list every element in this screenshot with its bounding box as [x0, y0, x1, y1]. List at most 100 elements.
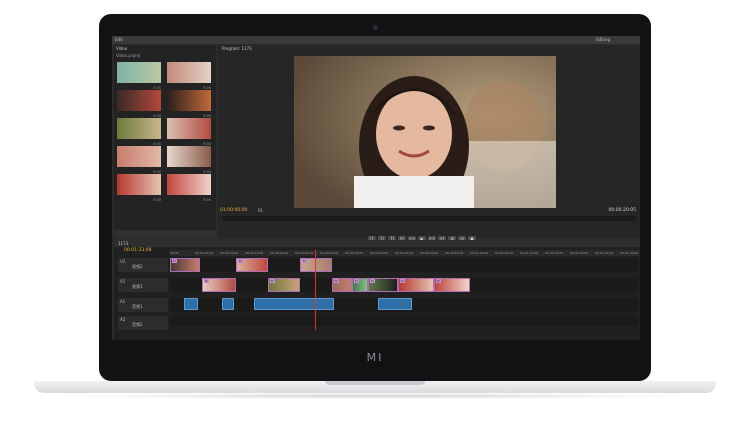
thumbnail-clip-4[interactable]: 5:00 — [167, 90, 211, 118]
brand-logo: MI — [366, 351, 384, 364]
program-scrub-bar[interactable] — [222, 216, 636, 221]
workspace-right-label[interactable]: Editing — [596, 36, 610, 44]
laptop-shadow — [60, 393, 690, 399]
project-file-name: Video.prproj — [116, 53, 141, 58]
track-name: V1 — [120, 279, 126, 284]
laptop-base-notch — [325, 381, 425, 385]
timeline-clip[interactable]: fx — [398, 278, 434, 292]
timeline-panel: 1173 00:01:33:08 00:00 00:00:05:00 00:00… — [114, 240, 640, 340]
program-current-timecode[interactable]: 01:00:00:00 — [220, 208, 247, 213]
track-lane-v1[interactable]: fx fx fx fx fx fx fx — [170, 278, 638, 292]
track-lane-a1[interactable] — [170, 298, 638, 312]
track-label: 视频2 — [132, 264, 143, 269]
thumbnail-clip-5[interactable]: 5:00 — [117, 118, 161, 146]
clip-fx-label: fx — [302, 259, 307, 263]
project-toolbar — [114, 230, 216, 238]
thumbnail-clip-8[interactable]: 5:00 — [167, 146, 211, 174]
workspace-left-label[interactable]: Edit — [115, 36, 123, 44]
thumbnail-clip-7[interactable]: 5:00 — [117, 146, 161, 174]
thumb-duration: 5:00 — [153, 198, 161, 202]
clip-fx-label: fx — [238, 259, 243, 263]
timeline-clip[interactable]: fx — [332, 278, 352, 292]
track-lane-a2[interactable] — [170, 316, 638, 326]
track-header-v1[interactable]: V1 视频1 — [118, 278, 168, 292]
ruler-label: 00:00:40:00 — [370, 251, 389, 255]
ruler-label: 00:01:25:00 — [595, 251, 614, 255]
ruler-label: 00:00:10:00 — [220, 251, 239, 255]
editor-screen: Edit Editing Video Video.prproj 5:05 5:0… — [112, 36, 640, 340]
ruler-label: 00:00:20:00 — [270, 251, 289, 255]
timeline-clip[interactable]: fx — [434, 278, 470, 292]
timeline-timecode[interactable]: 00:01:33:08 — [124, 248, 151, 253]
clip-fx-label: fx — [334, 279, 339, 283]
timeline-header: 1173 — [114, 240, 640, 247]
ruler-label: 00:01:10:00 — [520, 251, 539, 255]
track-label: 音频1 — [132, 304, 143, 309]
laptop: Edit Editing Video Video.prproj 5:05 5:0… — [0, 0, 750, 435]
track-label: 音频2 — [132, 322, 143, 327]
program-monitor-title[interactable]: Program: 1173 — [222, 46, 252, 52]
ruler-label: 00:00:15:00 — [245, 251, 264, 255]
timeline-tab[interactable]: 1173 — [118, 240, 128, 247]
timeline-clip[interactable]: fx — [202, 278, 236, 292]
thumbnail-clip-9[interactable]: 5:00 — [117, 174, 161, 202]
zoom-fit-select[interactable]: Fit — [258, 208, 263, 213]
thumbnail-clip-1[interactable]: 5:05 — [117, 62, 161, 90]
clip-fx-label: fx — [270, 279, 275, 283]
ruler-label: 00:01:20:00 — [570, 251, 589, 255]
timeline-clip[interactable]: fx — [368, 278, 398, 292]
transport-controls: |{}| {| |< << ▶ >> >| ⊞ ⊟ ▣ — [368, 225, 548, 242]
track-name: V2 — [120, 259, 126, 264]
project-tab[interactable]: Video — [116, 45, 127, 52]
project-panel: Video Video.prproj 5:05 5:00 5:00 5:00 5… — [114, 45, 216, 238]
program-total-timecode: 00:00:20:05 — [608, 208, 636, 213]
track-label: 视频1 — [132, 284, 143, 289]
thumbnail-clip-3[interactable]: 5:00 — [117, 90, 161, 118]
thumbnail-clip-2[interactable]: 5:00 — [167, 62, 211, 90]
track-header-a2[interactable]: A2 音频2 — [118, 316, 168, 330]
ruler-label: 00:01:30:00 — [620, 251, 639, 255]
webcam — [373, 25, 378, 30]
app-topbar: Edit Editing — [112, 36, 640, 44]
video-frame-image — [294, 56, 556, 208]
ruler-label: 00:01:00:00 — [470, 251, 489, 255]
ruler-label: 00:00:35:00 — [345, 251, 364, 255]
ruler-label: 00:00 — [170, 251, 179, 255]
thumbnail-clip-6[interactable]: 5:00 — [167, 118, 211, 146]
clip-fx-label: fx — [436, 279, 441, 283]
timeline-clip[interactable]: fx — [170, 258, 200, 272]
clip-fx-label: fx — [400, 279, 405, 283]
ruler-label: 00:00:55:00 — [445, 251, 464, 255]
audio-clip[interactable] — [222, 298, 234, 310]
timeline-clip[interactable]: fx — [300, 258, 332, 272]
timeline-clip[interactable]: fx — [268, 278, 300, 292]
clip-fx-label: fx — [172, 259, 177, 263]
ruler-label: 00:00:45:00 — [395, 251, 414, 255]
program-monitor: Program: 1173 01:00:00:00 Fit 00:00:20:0… — [218, 45, 640, 242]
ruler-label: 00:01:15:00 — [545, 251, 564, 255]
audio-clip[interactable] — [184, 298, 198, 310]
ruler-label: 00:00:50:00 — [420, 251, 439, 255]
audio-clip[interactable] — [254, 298, 334, 310]
clip-fx-label: fx — [204, 279, 209, 283]
ruler-label: 00:00:30:00 — [320, 251, 339, 255]
ruler-label: 00:01:05:00 — [495, 251, 514, 255]
timeline-clip[interactable]: fx — [352, 278, 368, 292]
clip-fx-label: fx — [354, 279, 359, 283]
track-lane-v2[interactable]: fx fx fx — [170, 258, 638, 272]
track-name: A2 — [120, 317, 126, 322]
thumbnail-clip-10[interactable]: 5:00 — [167, 174, 211, 202]
timeline-tracks: V2 视频2 fx fx fx V1 视频1 fx fx fx fx fx fx… — [114, 258, 640, 336]
track-name: A1 — [120, 299, 126, 304]
audio-clip[interactable] — [378, 298, 412, 310]
thumb-duration: 5:00 — [203, 198, 211, 202]
timeline-clip[interactable]: fx — [236, 258, 268, 272]
timeline-playhead[interactable] — [315, 250, 316, 330]
ruler-label: 00:00:25:00 — [295, 251, 314, 255]
ruler-label: 00:00:05:00 — [195, 251, 214, 255]
video-frame — [294, 56, 556, 208]
track-header-a1[interactable]: A1 音频1 — [118, 298, 168, 312]
timeline-ruler[interactable]: 00:00 00:00:05:00 00:00:10:00 00:00:15:0… — [170, 250, 640, 256]
clip-fx-label: fx — [370, 279, 375, 283]
track-header-v2[interactable]: V2 视频2 — [118, 258, 168, 272]
